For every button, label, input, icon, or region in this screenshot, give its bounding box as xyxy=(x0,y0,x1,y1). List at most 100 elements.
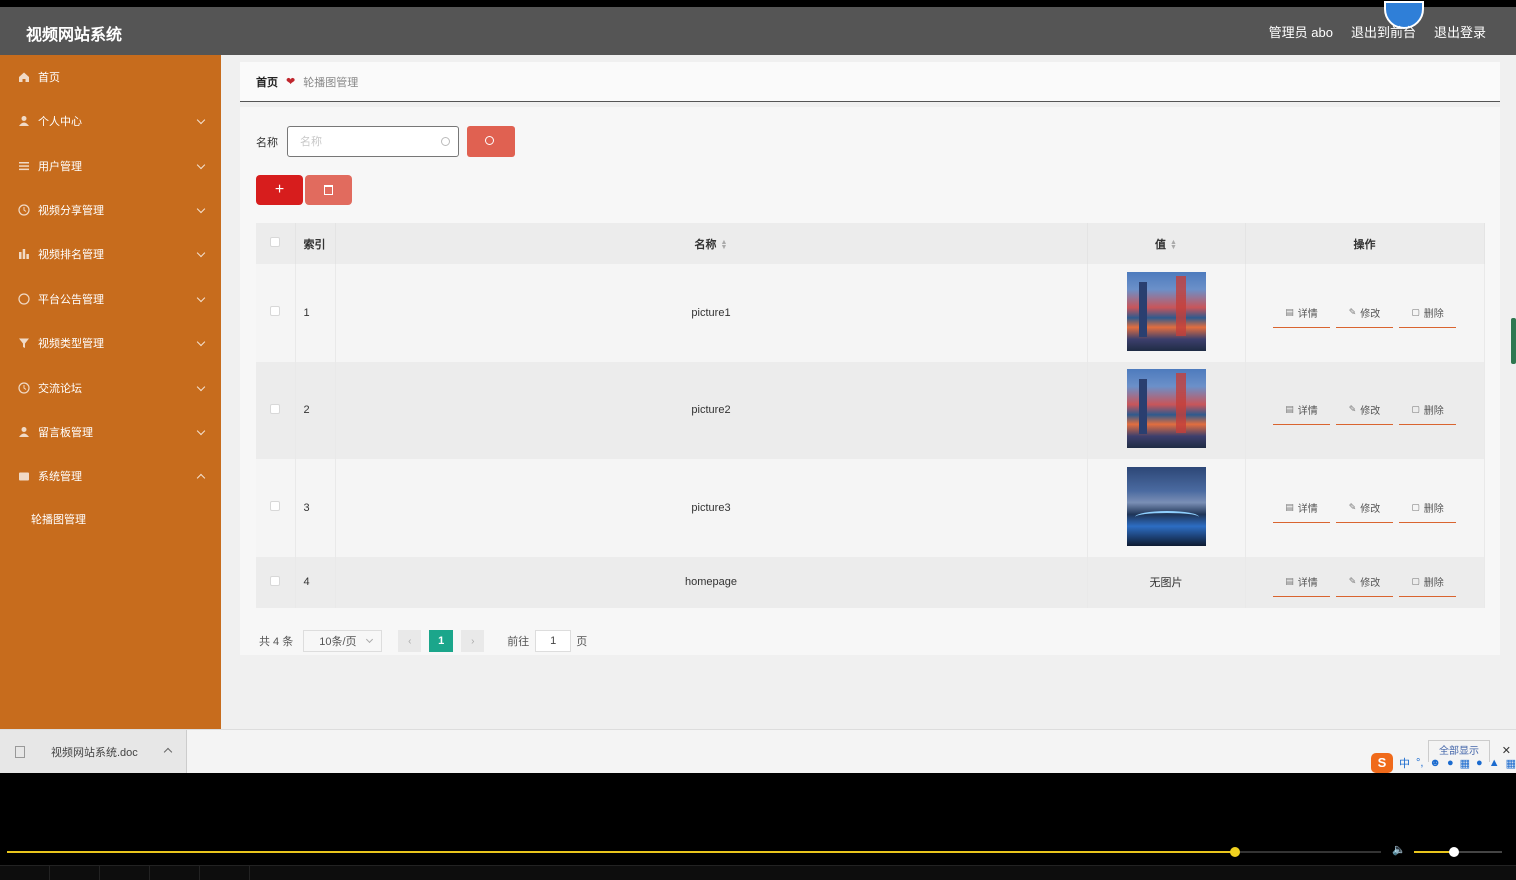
playback-progress-bar[interactable] xyxy=(7,847,1381,857)
goto-unit: 页 xyxy=(576,636,588,648)
search-field[interactable] xyxy=(287,126,459,157)
logout-link[interactable]: 退出登录 xyxy=(1434,22,1486,41)
add-button[interactable]: + xyxy=(256,175,303,205)
select-all-cell xyxy=(256,223,296,264)
goto-page-input[interactable]: 1 xyxy=(535,630,572,652)
playback-progress-knob[interactable] xyxy=(1230,847,1241,857)
edit-label: 修改 xyxy=(1360,308,1381,320)
microphone-icon[interactable]: ● xyxy=(1447,757,1454,769)
sort-icon[interactable]: ▲ ▼ xyxy=(1170,239,1177,251)
sidebar-item-label: 视频分享管理 xyxy=(38,204,104,217)
user-icon xyxy=(18,115,30,127)
sort-icon[interactable]: ▲ ▼ xyxy=(721,239,728,251)
row-checkbox[interactable] xyxy=(270,501,281,512)
breadcrumb-home[interactable]: 首页 xyxy=(256,74,278,90)
chevron-up-icon xyxy=(196,474,206,483)
row-checkbox[interactable] xyxy=(270,575,281,586)
search-label: 名称 xyxy=(256,137,278,149)
sidebar-subitem-carousel[interactable]: 轮播图管理 xyxy=(0,499,221,539)
row-actions: ▤ 详情 ✎ 修改 ▢ 删除 xyxy=(1245,361,1485,459)
volume-icon[interactable]: 🔈 xyxy=(1392,843,1408,857)
carousel-image[interactable] xyxy=(1126,466,1206,546)
top-header: 视频网站系统 管理员 abo 退出到前台 退出登录 xyxy=(0,1,1516,55)
sidebar-item-message-board[interactable]: 留言板管理 xyxy=(0,410,221,454)
ime-language[interactable]: 中 xyxy=(1399,755,1410,771)
row-checkbox[interactable] xyxy=(270,306,281,317)
keyboard-icon[interactable]: ▦ xyxy=(1460,757,1470,770)
sidebar-item-label: 视频类型管理 xyxy=(38,338,104,351)
volume-knob[interactable] xyxy=(1448,847,1459,857)
sidebar-item-home[interactable]: 首页 xyxy=(0,55,221,99)
delete-button[interactable]: ▢ 删除 xyxy=(1399,298,1456,328)
sidebar-item-forum[interactable]: 交流论坛 xyxy=(0,365,221,409)
column-value[interactable]: 值 ▲ ▼ xyxy=(1087,223,1246,264)
detail-button[interactable]: ▤ 详情 xyxy=(1273,298,1330,328)
grid-icon[interactable]: ▦ xyxy=(1506,757,1516,770)
sidebar-item-notice[interactable]: 平台公告管理 xyxy=(0,277,221,321)
column-name[interactable]: 名称 ▲ ▼ xyxy=(335,223,1088,264)
control-slot[interactable] xyxy=(200,866,250,880)
chevron-down-icon xyxy=(196,115,206,125)
sidebar-item-video-rank[interactable]: 视频排名管理 xyxy=(0,232,221,276)
page-size-select[interactable]: 10条/页 xyxy=(303,630,383,652)
detail-button[interactable]: ▤ 详情 xyxy=(1273,493,1330,523)
circle-icon xyxy=(18,293,30,305)
funnel-icon xyxy=(18,337,30,349)
row-select-cell xyxy=(256,556,296,608)
download-file-name: 视频网站系统.doc xyxy=(51,747,138,759)
select-all-checkbox[interactable] xyxy=(270,237,281,247)
search-input[interactable] xyxy=(288,127,418,156)
detail-button[interactable]: ▤ 详情 xyxy=(1273,395,1330,426)
heart-icon: ❤ xyxy=(286,76,296,88)
row-select-cell xyxy=(256,361,296,459)
sidebar-item-video-type[interactable]: 视频类型管理 xyxy=(0,321,221,365)
sidebar-item-video-share[interactable]: 视频分享管理 xyxy=(0,188,221,232)
sidebar-item-users[interactable]: 用户管理 xyxy=(0,143,221,187)
delete-button[interactable]: ▢ 删除 xyxy=(1399,493,1456,523)
control-slot[interactable] xyxy=(50,866,100,880)
delete-button[interactable]: ▢ 删除 xyxy=(1399,395,1456,426)
volume-slider[interactable] xyxy=(1414,847,1502,857)
row-index: 2 xyxy=(295,361,336,459)
carousel-image[interactable] xyxy=(1126,369,1206,449)
detail-label: 详情 xyxy=(1297,308,1318,320)
row-checkbox[interactable] xyxy=(270,403,281,414)
control-slot[interactable] xyxy=(150,866,200,880)
chevron-down-icon xyxy=(196,426,206,436)
delete-button[interactable]: ▢ 删除 xyxy=(1399,567,1456,597)
list-icon xyxy=(18,160,30,172)
front-link[interactable]: 退出到前台 xyxy=(1351,22,1416,41)
chevron-down-icon xyxy=(196,382,206,391)
document-icon: ▤ xyxy=(1285,306,1294,317)
page-number-active[interactable]: 1 xyxy=(429,630,454,652)
control-slot[interactable] xyxy=(100,866,150,880)
batch-delete-button[interactable] xyxy=(305,175,352,205)
emoji-icon[interactable]: ☻ xyxy=(1429,757,1441,769)
edit-label: 修改 xyxy=(1360,406,1381,418)
next-page-button[interactable]: › xyxy=(461,630,485,652)
sidebar-item-profile[interactable]: 个人中心 xyxy=(0,99,221,143)
edit-button[interactable]: ✎ 修改 xyxy=(1336,493,1393,523)
search-button[interactable] xyxy=(467,126,515,157)
download-item[interactable]: 视频网站系统.doc xyxy=(0,730,187,774)
row-actions: ▤ 详情 ✎ 修改 ▢ 删除 xyxy=(1245,459,1485,557)
detail-label: 详情 xyxy=(1297,406,1318,418)
edit-button[interactable]: ✎ 修改 xyxy=(1336,567,1393,597)
prev-page-button[interactable]: ‹ xyxy=(398,630,422,652)
detail-button[interactable]: ▤ 详情 xyxy=(1273,567,1330,597)
edit-button[interactable]: ✎ 修改 xyxy=(1336,395,1393,426)
sogou-logo-icon[interactable]: S xyxy=(1370,753,1393,773)
user-icon[interactable]: ● xyxy=(1476,757,1483,769)
sidebar-item-label: 交流论坛 xyxy=(38,382,82,395)
chevron-up-icon[interactable] xyxy=(163,747,173,757)
control-slot[interactable] xyxy=(0,866,50,880)
sidebar-item-system[interactable]: 系统管理 xyxy=(0,454,221,498)
edit-icon: ✎ xyxy=(1348,501,1357,512)
punctuation-icon[interactable]: °, xyxy=(1416,757,1423,769)
carousel-image[interactable] xyxy=(1126,271,1206,351)
edit-button[interactable]: ✎ 修改 xyxy=(1336,298,1393,328)
page-scrollbar[interactable] xyxy=(1511,318,1516,364)
shirt-icon[interactable]: ▲ xyxy=(1489,757,1500,769)
row-value-cell xyxy=(1087,361,1246,459)
edit-icon: ✎ xyxy=(1348,306,1357,317)
